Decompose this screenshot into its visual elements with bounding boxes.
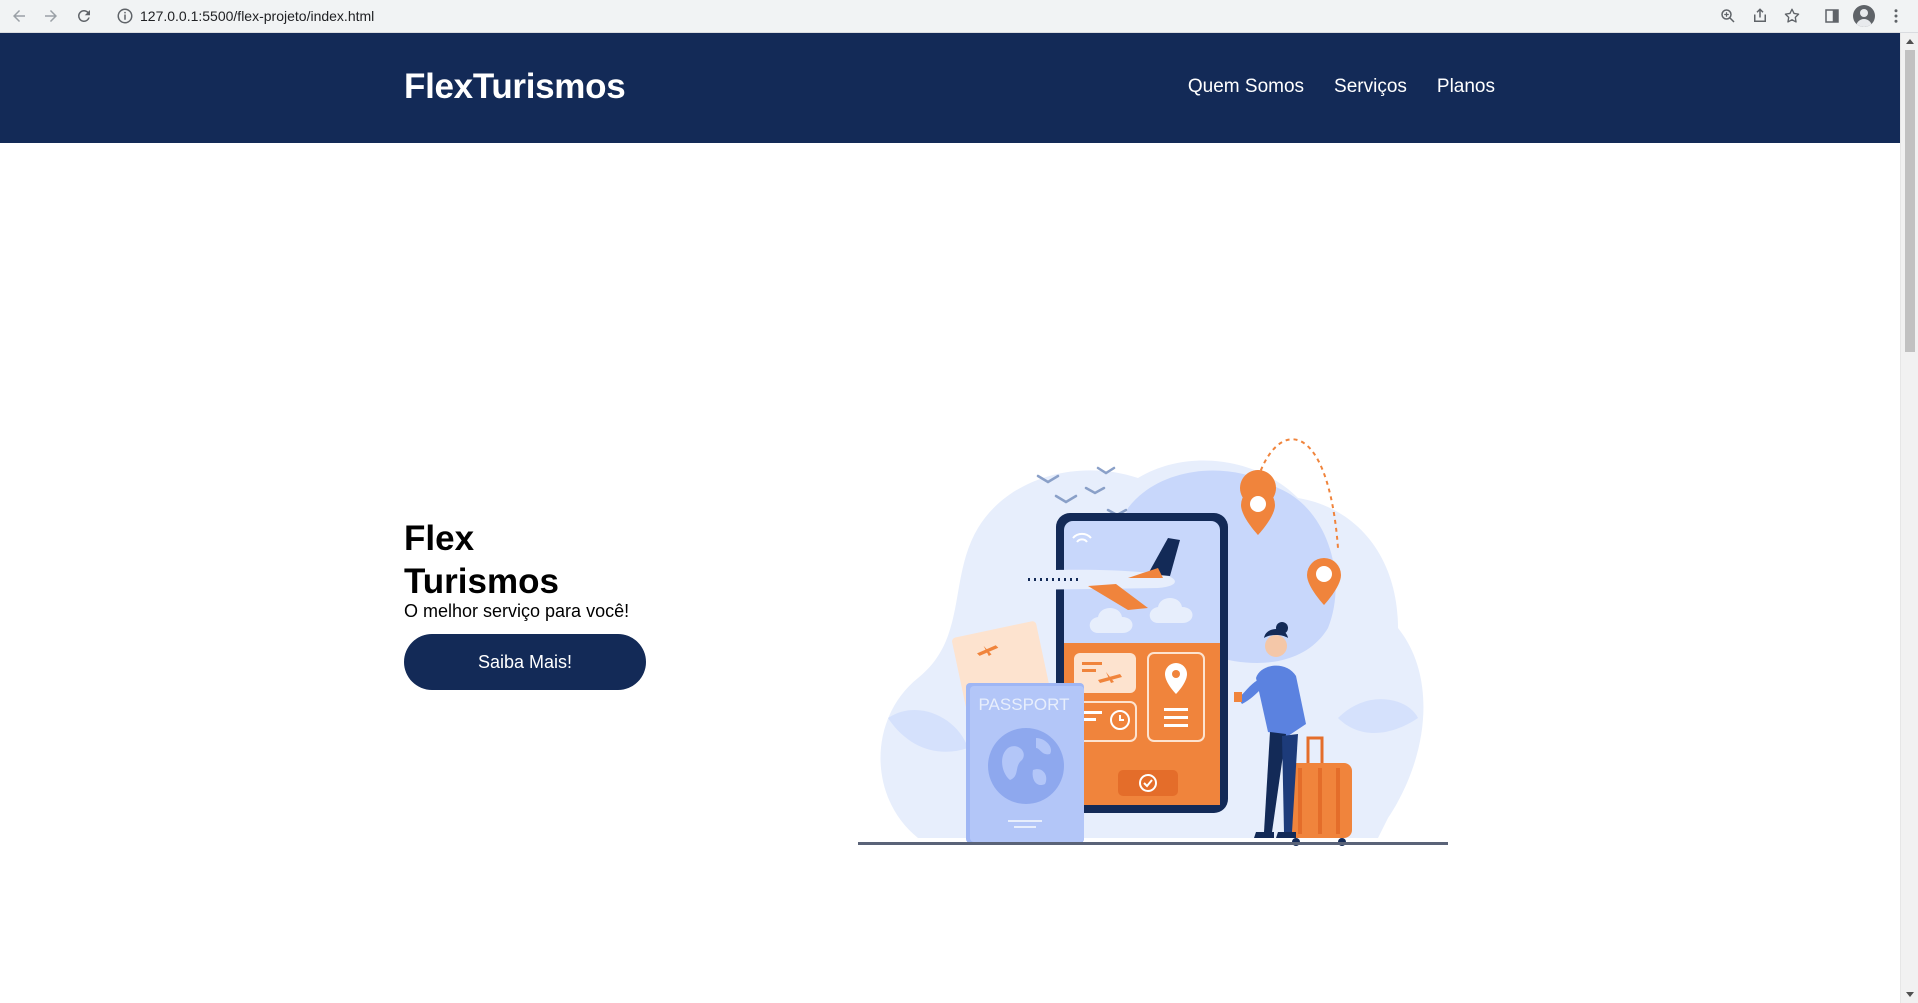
page-scrollbar[interactable] [1900, 33, 1918, 1003]
confirm-button-graphic [1118, 770, 1178, 796]
url-text: 127.0.0.1:5500/flex-projeto/index.html [140, 8, 375, 24]
side-panel-icon [1825, 9, 1839, 23]
side-panel-button[interactable] [1820, 4, 1844, 28]
avatar [1853, 5, 1875, 27]
scrollbar-thumb[interactable] [1905, 50, 1915, 352]
page-viewport: FlexTurismos Quem Somos Serviços Planos … [0, 33, 1900, 1003]
reload-icon [77, 9, 90, 22]
back-button[interactable] [8, 5, 30, 27]
arrow-left-icon [13, 10, 25, 22]
nav-link-servicos[interactable]: Serviços [1334, 76, 1407, 98]
address-bar[interactable]: 127.0.0.1:5500/flex-projeto/index.html [106, 2, 1796, 30]
site-logo[interactable]: FlexTurismos [404, 67, 626, 107]
scroll-up-arrow-icon[interactable] [1906, 39, 1914, 44]
arrow-right-icon [45, 10, 57, 22]
menu-button[interactable] [1884, 4, 1908, 28]
hero-title-line-1: Flex [404, 519, 475, 558]
info-icon [117, 8, 133, 24]
ground-line [858, 842, 1448, 845]
reload-button[interactable] [73, 5, 95, 27]
site-header: FlexTurismos Quem Somos Serviços Planos [0, 33, 1900, 143]
nav-link-planos[interactable]: Planos [1437, 76, 1495, 98]
profile-button[interactable] [1852, 4, 1876, 28]
globe-icon [988, 728, 1064, 804]
share-button[interactable] [1748, 4, 1772, 28]
forward-button[interactable] [40, 5, 62, 27]
hero-subtitle: O melhor serviço para você! [404, 601, 630, 621]
travel-illustration: PASSPORT [858, 438, 1448, 846]
star-icon [1784, 8, 1800, 23]
kebab-menu-icon [1894, 9, 1898, 23]
main-nav: Quem Somos Serviços Planos [1188, 76, 1495, 98]
hero-title-line-2: Turismos [404, 562, 559, 601]
zoom-button[interactable] [1716, 4, 1740, 28]
zoom-icon [1721, 9, 1735, 23]
scroll-down-arrow-icon[interactable] [1906, 992, 1914, 997]
saiba-mais-button[interactable]: Saiba Mais! [404, 634, 646, 690]
passport-label: PASSPORT [978, 695, 1069, 714]
browser-toolbar: 127.0.0.1:5500/flex-projeto/index.html [0, 0, 1918, 33]
hero-title: Flex Turismos [404, 517, 559, 603]
nav-link-quem-somos[interactable]: Quem Somos [1188, 76, 1304, 98]
share-icon [1754, 8, 1766, 22]
bookmark-button[interactable] [1780, 4, 1804, 28]
